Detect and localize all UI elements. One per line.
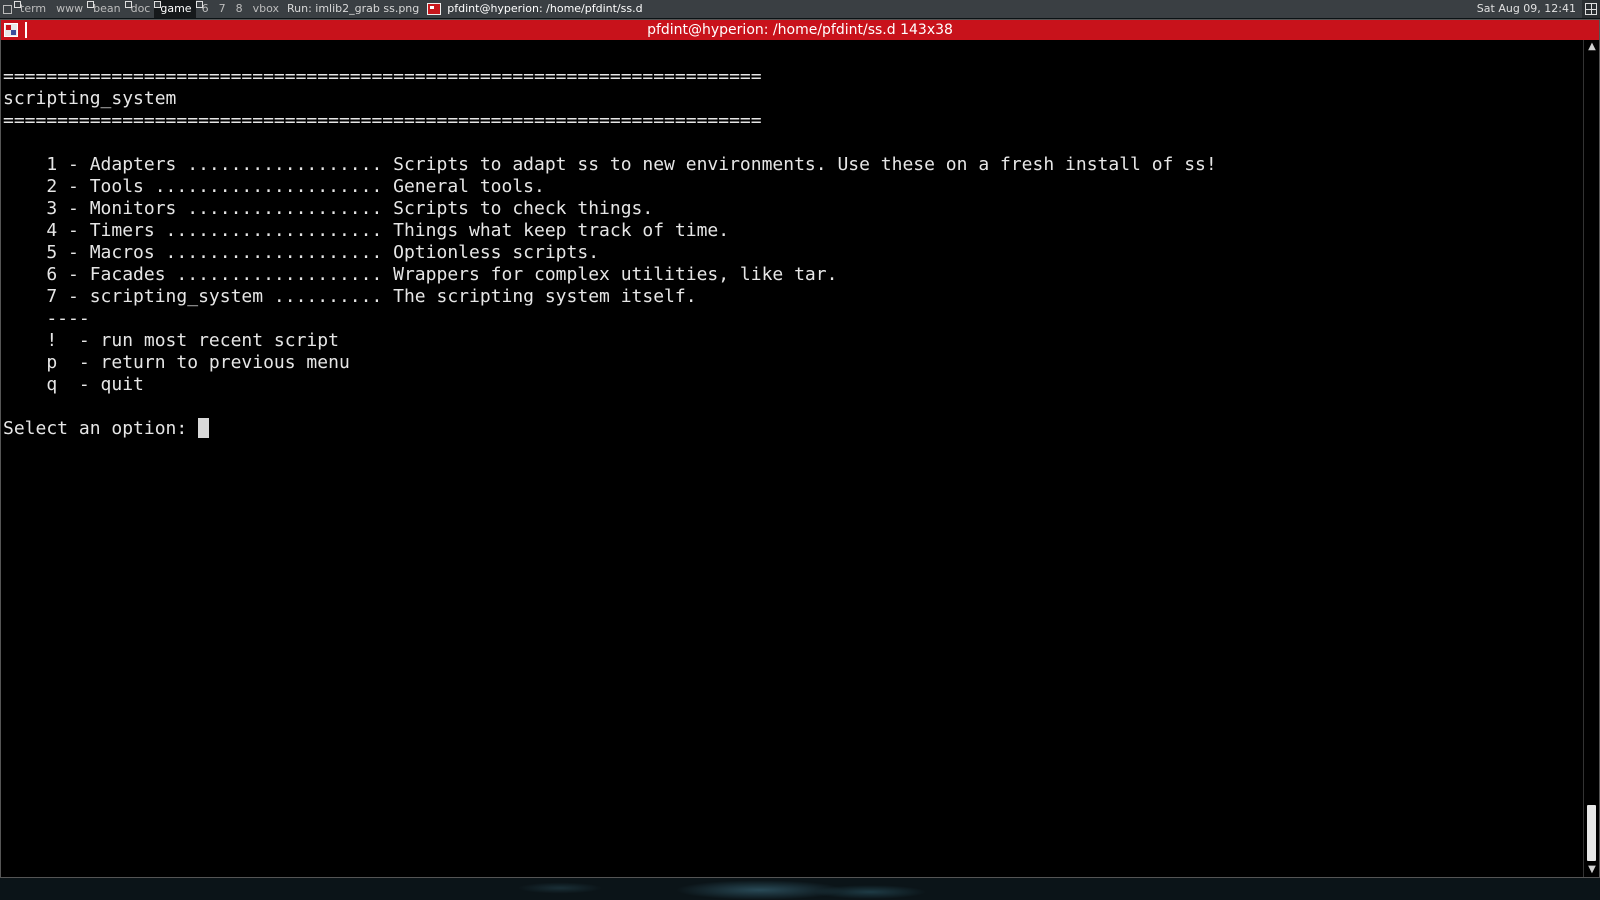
scroll-down-icon[interactable]: ▼ bbox=[1585, 863, 1599, 877]
terminal-scrollbar[interactable]: ▲ ▼ bbox=[1583, 40, 1599, 877]
terminal-line: ---- bbox=[3, 308, 90, 329]
clock: Sat Aug 09, 12:41 bbox=[1476, 2, 1576, 15]
window-menu-icon[interactable] bbox=[4, 23, 18, 37]
window-title: pfdint@hyperion: /home/pfdint/ss.d 143x3… bbox=[647, 22, 953, 38]
terminal-line: ! - run most recent script bbox=[3, 330, 339, 351]
workspace-tab-game[interactable]: game bbox=[154, 0, 196, 18]
terminal-output[interactable]: ========================================… bbox=[1, 40, 1583, 877]
terminal-window: pfdint@hyperion: /home/pfdint/ss.d 143x3… bbox=[0, 19, 1600, 878]
workspace-list: term www bean doc game 6 7 8 vbox bbox=[14, 0, 283, 18]
layout-icon[interactable] bbox=[1582, 0, 1600, 18]
terminal-line: ========================================… bbox=[3, 66, 762, 87]
terminal-line: 2 - Tools ..................... General … bbox=[3, 176, 545, 197]
terminal-line: 6 - Facades ................... Wrappers… bbox=[3, 264, 838, 285]
scroll-up-icon[interactable]: ▲ bbox=[1585, 40, 1599, 54]
workspace-tab-www[interactable]: www bbox=[50, 0, 87, 18]
prompt-line[interactable]: Select an option: bbox=[3, 418, 1583, 440]
workspace-tab-8[interactable]: 8 bbox=[230, 0, 247, 18]
terminal-line: ========================================… bbox=[3, 110, 762, 131]
terminal-line: q - quit bbox=[3, 374, 144, 395]
workspace-tab-vbox[interactable]: vbox bbox=[247, 0, 283, 18]
scrollbar-thumb[interactable] bbox=[1587, 805, 1596, 861]
workspace-tab-6[interactable]: 6 bbox=[195, 0, 213, 18]
terminal-line: 3 - Monitors .................. Scripts … bbox=[3, 198, 654, 219]
terminal-text: ========================================… bbox=[1, 40, 1583, 440]
workspace-tab-7[interactable]: 7 bbox=[213, 0, 230, 18]
terminal-line: 5 - Macros .................... Optionle… bbox=[3, 242, 600, 263]
taskbar-item-label: pfdint@hyperion: /home/pfdint/ss.d bbox=[447, 2, 643, 15]
workspace-tab-bean[interactable]: bean bbox=[87, 0, 124, 18]
panel-menu-icon[interactable] bbox=[0, 0, 14, 18]
terminal-line: 4 - Timers .................... Things w… bbox=[3, 220, 730, 241]
terminal-line: 7 - scripting_system .......... The scri… bbox=[3, 286, 697, 307]
taskbar-item-terminal[interactable]: pfdint@hyperion: /home/pfdint/ss.d bbox=[423, 0, 648, 18]
prompt-text: Select an option: bbox=[3, 418, 199, 439]
terminal-line: p - return to previous menu bbox=[3, 352, 350, 373]
workspace-tab-term[interactable]: term bbox=[14, 0, 50, 18]
window-titlebar[interactable]: pfdint@hyperion: /home/pfdint/ss.d 143x3… bbox=[1, 20, 1599, 40]
run-prompt[interactable]: Run: imlib2_grab ss.png bbox=[283, 0, 423, 18]
desktop-background bbox=[0, 878, 1600, 900]
terminal-icon bbox=[427, 3, 442, 15]
workspace-tab-doc[interactable]: doc bbox=[124, 0, 155, 18]
terminal-line: 1 - Adapters .................. Scripts … bbox=[3, 154, 1217, 175]
terminal-line: scripting_system bbox=[3, 88, 177, 109]
title-separator bbox=[25, 22, 27, 38]
text-cursor bbox=[198, 418, 210, 438]
top-panel: term www bean doc game 6 7 8 vbox Run: imlib2_gr… bbox=[0, 0, 1600, 18]
